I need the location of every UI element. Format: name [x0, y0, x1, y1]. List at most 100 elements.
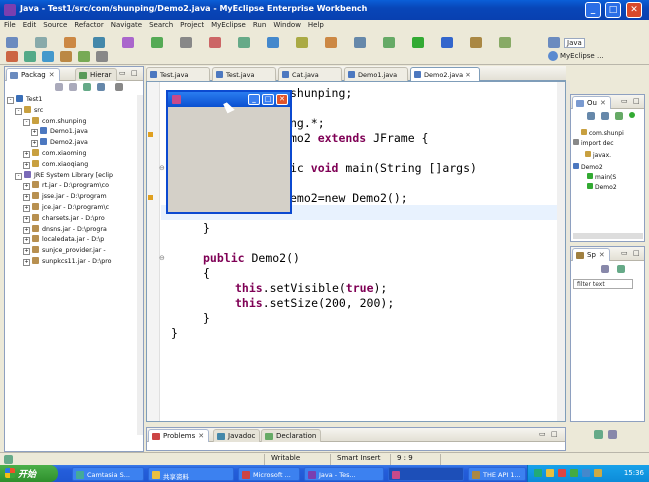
jframe-maximize-button[interactable]: □	[262, 94, 274, 105]
perspective-myeclipse[interactable]: MyEclipse ...	[560, 52, 604, 60]
tray-app-icon[interactable]	[558, 469, 566, 477]
close-icon[interactable]: ✕	[198, 432, 204, 440]
close-button[interactable]: ✕	[626, 2, 642, 18]
toolbar-icon[interactable]	[354, 37, 366, 48]
editor-scrollbar[interactable]	[557, 82, 565, 421]
explorer-scrollbar[interactable]	[137, 95, 143, 435]
fold-marker-icon[interactable]: ⊖	[159, 254, 165, 262]
tray-app-icon[interactable]	[582, 469, 590, 477]
tree-item[interactable]: + sunpkcs11.jar - D:\pro	[23, 257, 112, 267]
toolbar-icon[interactable]	[470, 37, 482, 48]
toolbar-icon[interactable]	[6, 51, 18, 62]
filter-icon[interactable]	[617, 265, 625, 273]
expand-icon[interactable]: +	[23, 259, 30, 266]
close-icon[interactable]: ✕	[463, 71, 470, 79]
toolbar-icon[interactable]	[180, 37, 192, 48]
collapse-icon[interactable]	[601, 265, 609, 273]
tab-hierarchy[interactable]: Hierar	[75, 68, 117, 81]
taskbar-task[interactable]: Microsoft ...	[238, 467, 300, 481]
menu-item-search[interactable]: Search	[145, 20, 176, 29]
view-menu-icon[interactable]	[594, 430, 603, 439]
tree-item[interactable]: + localedata.jar - D:\p	[23, 235, 104, 245]
expand-icon[interactable]: +	[31, 140, 38, 148]
expand-icon[interactable]: +	[23, 226, 30, 234]
outline-item[interactable]: main(S	[587, 173, 616, 181]
tree-item[interactable]: + Demo2.java	[31, 138, 88, 148]
toolbar-icon[interactable]	[60, 51, 72, 62]
toolbar-icon[interactable]	[64, 37, 76, 48]
jframe-window[interactable]: _ □ ✕	[166, 90, 292, 214]
expand-icon[interactable]: +	[23, 151, 30, 158]
expand-icon[interactable]: +	[23, 161, 30, 169]
menu-item-edit[interactable]: Edit	[19, 20, 40, 29]
forward-icon[interactable]	[69, 83, 77, 91]
window-titlebar[interactable]: Java - Test1/src/com/shunping/Demo2.java…	[0, 0, 649, 20]
minimize-view-icon[interactable]: ▭	[621, 249, 628, 257]
toolbar-icon[interactable]	[151, 37, 163, 48]
toolbar-icon[interactable]	[296, 37, 308, 48]
expand-icon[interactable]: +	[23, 248, 30, 256]
close-icon[interactable]: ✕	[600, 99, 606, 107]
hide-static-icon[interactable]	[615, 112, 623, 120]
view-menu-icon[interactable]	[608, 430, 617, 439]
expand-icon[interactable]: +	[31, 129, 38, 137]
minimize-view-icon[interactable]: ▭	[119, 69, 126, 77]
menu-item-help[interactable]: Help	[304, 20, 327, 29]
outline-item[interactable]: javax.	[585, 151, 611, 159]
tray-network-icon[interactable]	[534, 469, 542, 477]
menu-item-window[interactable]: Window	[269, 20, 304, 29]
tray-app-icon[interactable]	[570, 469, 578, 477]
menu-item-myeclipse[interactable]: MyEclipse	[207, 20, 249, 29]
taskbar-task[interactable]: THE API 1...	[468, 467, 526, 481]
menu-item-file[interactable]: File	[0, 20, 19, 29]
perspective-java[interactable]: Java	[564, 38, 585, 48]
minimize-button[interactable]: _	[585, 2, 601, 18]
outline-item[interactable]: com.shunpi	[581, 129, 624, 137]
toolbar-icon[interactable]	[267, 37, 279, 48]
toolbar-icon[interactable]	[96, 51, 108, 62]
expand-icon[interactable]: +	[23, 237, 30, 245]
toolbar-icon[interactable]	[122, 37, 134, 48]
menu-item-run[interactable]: Run	[249, 20, 269, 29]
minimize-view-icon[interactable]: ▭	[539, 430, 546, 438]
jframe-close-button[interactable]: ✕	[276, 94, 288, 105]
taskbar-task[interactable]	[388, 467, 464, 481]
toolbar-icon[interactable]	[412, 37, 424, 48]
expand-icon[interactable]: +	[23, 215, 30, 223]
maximize-view-icon[interactable]: □	[551, 430, 558, 438]
toolbar-icon[interactable]	[499, 37, 511, 48]
collapse-all-icon[interactable]	[83, 83, 91, 91]
toolbar-icon[interactable]	[24, 51, 36, 62]
taskbar-task[interactable]: Camtasia S...	[72, 467, 144, 481]
tree-item[interactable]: + com.xiaoqiang	[23, 159, 88, 170]
editor-tab[interactable]: Test.java	[212, 67, 276, 81]
collapse-icon[interactable]: -	[15, 107, 22, 115]
outline-item[interactable]: Demo2	[587, 183, 617, 191]
view-menu-icon[interactable]	[115, 83, 123, 91]
expand-icon[interactable]: +	[23, 194, 30, 202]
toolbar-icon[interactable]	[35, 37, 47, 48]
maximize-view-icon[interactable]: □	[633, 249, 640, 257]
menu-item-source[interactable]: Source	[39, 20, 70, 29]
close-icon[interactable]: ✕	[49, 71, 55, 79]
expand-icon[interactable]: +	[23, 183, 30, 191]
taskbar-task[interactable]: Java - Tes...	[304, 467, 384, 481]
tree-item[interactable]: + dnsns.jar - D:\progra	[23, 224, 107, 235]
menu-item-refactor[interactable]: Refactor	[70, 20, 106, 29]
toolbar-icon[interactable]	[42, 51, 54, 62]
collapse-icon[interactable]: -	[15, 172, 22, 180]
tab-declaration[interactable]: Declaration	[261, 429, 322, 442]
filter-text-input[interactable]: filter text	[573, 279, 633, 289]
open-perspective-icon[interactable]	[548, 37, 560, 48]
editor-tab[interactable]: Test.java	[146, 67, 210, 81]
editor-tab[interactable]: Demo1.java	[344, 67, 408, 81]
tray-volume-icon[interactable]	[546, 469, 554, 477]
toolbar-icon[interactable]	[383, 37, 395, 48]
sort-icon[interactable]	[587, 112, 595, 120]
outline-item[interactable]: import dec	[573, 139, 614, 147]
fold-marker-icon[interactable]: ⊖	[159, 164, 165, 172]
tab-javadoc[interactable]: Javadoc	[213, 429, 261, 442]
link-editor-icon[interactable]	[97, 83, 105, 91]
editor-tab[interactable]: Cat.java	[278, 67, 342, 81]
hide-nonpublic-icon[interactable]	[629, 112, 635, 118]
